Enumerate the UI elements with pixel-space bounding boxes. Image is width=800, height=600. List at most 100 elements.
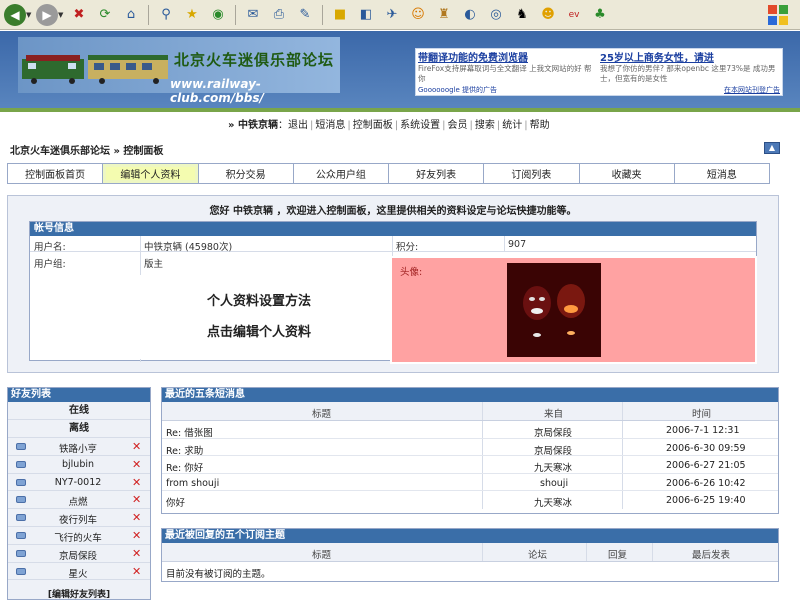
media-icon[interactable]: ◉ [207, 4, 229, 26]
message-from[interactable]: 京局保段 [534, 443, 572, 457]
nav-members[interactable]: 会员 [447, 120, 467, 131]
ad-item[interactable]: 25岁以上商务女性，请进 我想了你仿的男伴? 那来openbc 这里73%是 成… [600, 49, 778, 84]
print-icon[interactable]: ⎙ [268, 4, 290, 26]
ad-headline[interactable]: 25岁以上商务女性，请进 [600, 49, 778, 64]
windows-logo-icon [768, 5, 788, 25]
delete-icon[interactable]: ✕ [132, 493, 141, 506]
nav-messages[interactable]: 短消息 [315, 120, 345, 131]
mail-icon[interactable]: ✉ [242, 4, 264, 26]
msn-icon[interactable]: ♣ [589, 4, 611, 26]
globe-icon[interactable]: ◎ [485, 4, 507, 26]
message-icon[interactable] [16, 443, 26, 450]
nav-stats[interactable]: 统计 [502, 120, 522, 131]
collapse-icon[interactable]: ▲ [764, 142, 780, 154]
friend-name[interactable]: 夜行列车 [26, 512, 130, 526]
message-icon[interactable] [16, 567, 26, 575]
friend-name[interactable]: 铁路小亨 [26, 441, 130, 455]
back-dropdown-icon[interactable]: ▼ [26, 11, 32, 19]
friends-online-heading: 在线 [8, 402, 150, 420]
rss-icon[interactable]: ◐ [459, 4, 481, 26]
delete-icon[interactable]: ✕ [132, 565, 141, 578]
ad-provider-link[interactable]: Goooooogle 提供的广告 [418, 85, 497, 95]
refresh-icon[interactable]: ⟳ [94, 4, 116, 26]
message-from[interactable]: 九天寒冰 [534, 460, 572, 474]
tab-credits-trade[interactable]: 积分交易 [199, 164, 294, 183]
tab-favorites[interactable]: 收藏夹 [580, 164, 675, 183]
message-icon[interactable] [16, 496, 26, 504]
message-icon[interactable] [16, 549, 26, 557]
nav-help[interactable]: 帮助 [530, 120, 550, 131]
delete-icon[interactable]: ✕ [132, 547, 141, 560]
table-row[interactable]: Re: 借张图 京局保段 2006-7-1 12:31 [162, 421, 778, 439]
ad-advertise-link[interactable]: 在本网站刊登广告 [724, 85, 780, 95]
nav-logout[interactable]: 退出 [288, 120, 308, 131]
avatar[interactable] [507, 263, 601, 357]
username-value: 中铁京辆 (45980次) [144, 242, 233, 253]
message-time: 2006-6-30 09:59 [666, 442, 746, 454]
translate-icon[interactable]: ✈ [381, 4, 403, 26]
username-label: 用户名: [34, 242, 66, 253]
table-header: 标题 来自 时间 [162, 402, 778, 421]
friend-name[interactable]: bjlubin [26, 459, 130, 470]
notes-icon[interactable]: ■ [329, 4, 351, 26]
bag-icon[interactable]: ♜ [433, 4, 455, 26]
friend-name[interactable]: NY7-0012 [26, 477, 130, 488]
friend-name[interactable]: 飞行的火车 [26, 530, 130, 544]
message-subject[interactable]: Re: 你好 [166, 460, 203, 474]
back-icon[interactable]: ◀ [4, 3, 26, 26]
site-logo[interactable]: 北京火车迷俱乐部论坛 www.railway-club.com/bbs/ [18, 37, 340, 105]
nav-search[interactable]: 搜索 [475, 120, 495, 131]
tab-friends[interactable]: 好友列表 [389, 164, 485, 183]
message-subject[interactable]: from shouji [166, 478, 219, 489]
message-from[interactable]: 九天寒冰 [534, 495, 572, 509]
message-from[interactable]: 京局保段 [534, 425, 572, 439]
edit-icon[interactable]: ✎ [294, 4, 316, 26]
smiley-icon[interactable]: ☺ [407, 4, 429, 26]
messenger-icon[interactable]: ◧ [355, 4, 377, 26]
favorites-icon[interactable]: ★ [181, 4, 203, 26]
breadcrumb-site-link[interactable]: 北京火车迷俱乐部论坛 [10, 146, 110, 157]
table-row[interactable]: Re: 你好 九天寒冰 2006-6-27 21:05 [162, 456, 778, 474]
table-row[interactable]: from shouji shouji 2006-6-26 10:42 [162, 473, 778, 492]
home-icon[interactable]: ⌂ [120, 4, 142, 26]
message-icon[interactable] [16, 514, 26, 522]
delete-icon[interactable]: ✕ [132, 458, 141, 471]
avatar-label: 头像: [400, 267, 423, 278]
forward-dropdown-icon[interactable]: ▼ [58, 11, 64, 19]
tab-short-messages[interactable]: 短消息 [675, 164, 769, 183]
message-icon[interactable] [16, 531, 26, 539]
sina-icon[interactable]: ev [563, 4, 585, 26]
face-icon[interactable]: ☻ [537, 4, 559, 26]
delete-icon[interactable]: ✕ [132, 476, 141, 489]
tab-public-groups[interactable]: 公众用户组 [294, 164, 389, 183]
delete-icon[interactable]: ✕ [132, 511, 141, 524]
ad-headline[interactable]: 带翻译功能的免费浏览器 [418, 49, 596, 64]
message-icon[interactable] [16, 460, 26, 468]
tab-edit-profile[interactable]: 编辑个人资料 [103, 164, 199, 183]
message-subject[interactable]: Re: 借张图 [166, 425, 213, 439]
edit-friends-link[interactable]: [编辑好友列表] [8, 587, 150, 600]
friend-item: 星火 ✕ [8, 563, 150, 581]
message-subject[interactable]: Re: 求助 [166, 443, 203, 457]
site-title: 北京火车迷俱乐部论坛 [174, 51, 335, 69]
message-from[interactable]: shouji [540, 478, 568, 489]
friend-name[interactable]: 点燃 [26, 494, 130, 508]
nav-control-panel[interactable]: 控制面板 [353, 120, 393, 131]
delete-icon[interactable]: ✕ [132, 440, 141, 453]
stop-icon[interactable]: ✖ [68, 4, 90, 26]
col-last-post: 最后发表 [692, 550, 731, 561]
friend-name[interactable]: 星火 [26, 566, 130, 580]
nav-settings[interactable]: 系统设置 [400, 120, 440, 131]
friend-name[interactable]: 京局保段 [26, 548, 130, 562]
table-row[interactable]: 你好 九天寒冰 2006-6-25 19:40 [162, 491, 778, 509]
forward-icon[interactable]: ▶ [36, 3, 58, 26]
table-row[interactable]: Re: 求助 京局保段 2006-6-30 09:59 [162, 438, 778, 457]
tab-home[interactable]: 控制面板首页 [8, 164, 104, 183]
search-icon[interactable]: ⚲ [155, 4, 177, 26]
message-icon[interactable] [16, 478, 26, 486]
qq-icon[interactable]: ♞ [511, 4, 533, 26]
tab-subscriptions[interactable]: 订阅列表 [484, 164, 580, 183]
delete-icon[interactable]: ✕ [132, 529, 141, 542]
message-subject[interactable]: 你好 [166, 495, 185, 509]
ad-item[interactable]: 带翻译功能的免费浏览器 FireFox支持屏幕取词与全文翻译 上我文网站的好 帮… [418, 49, 596, 84]
